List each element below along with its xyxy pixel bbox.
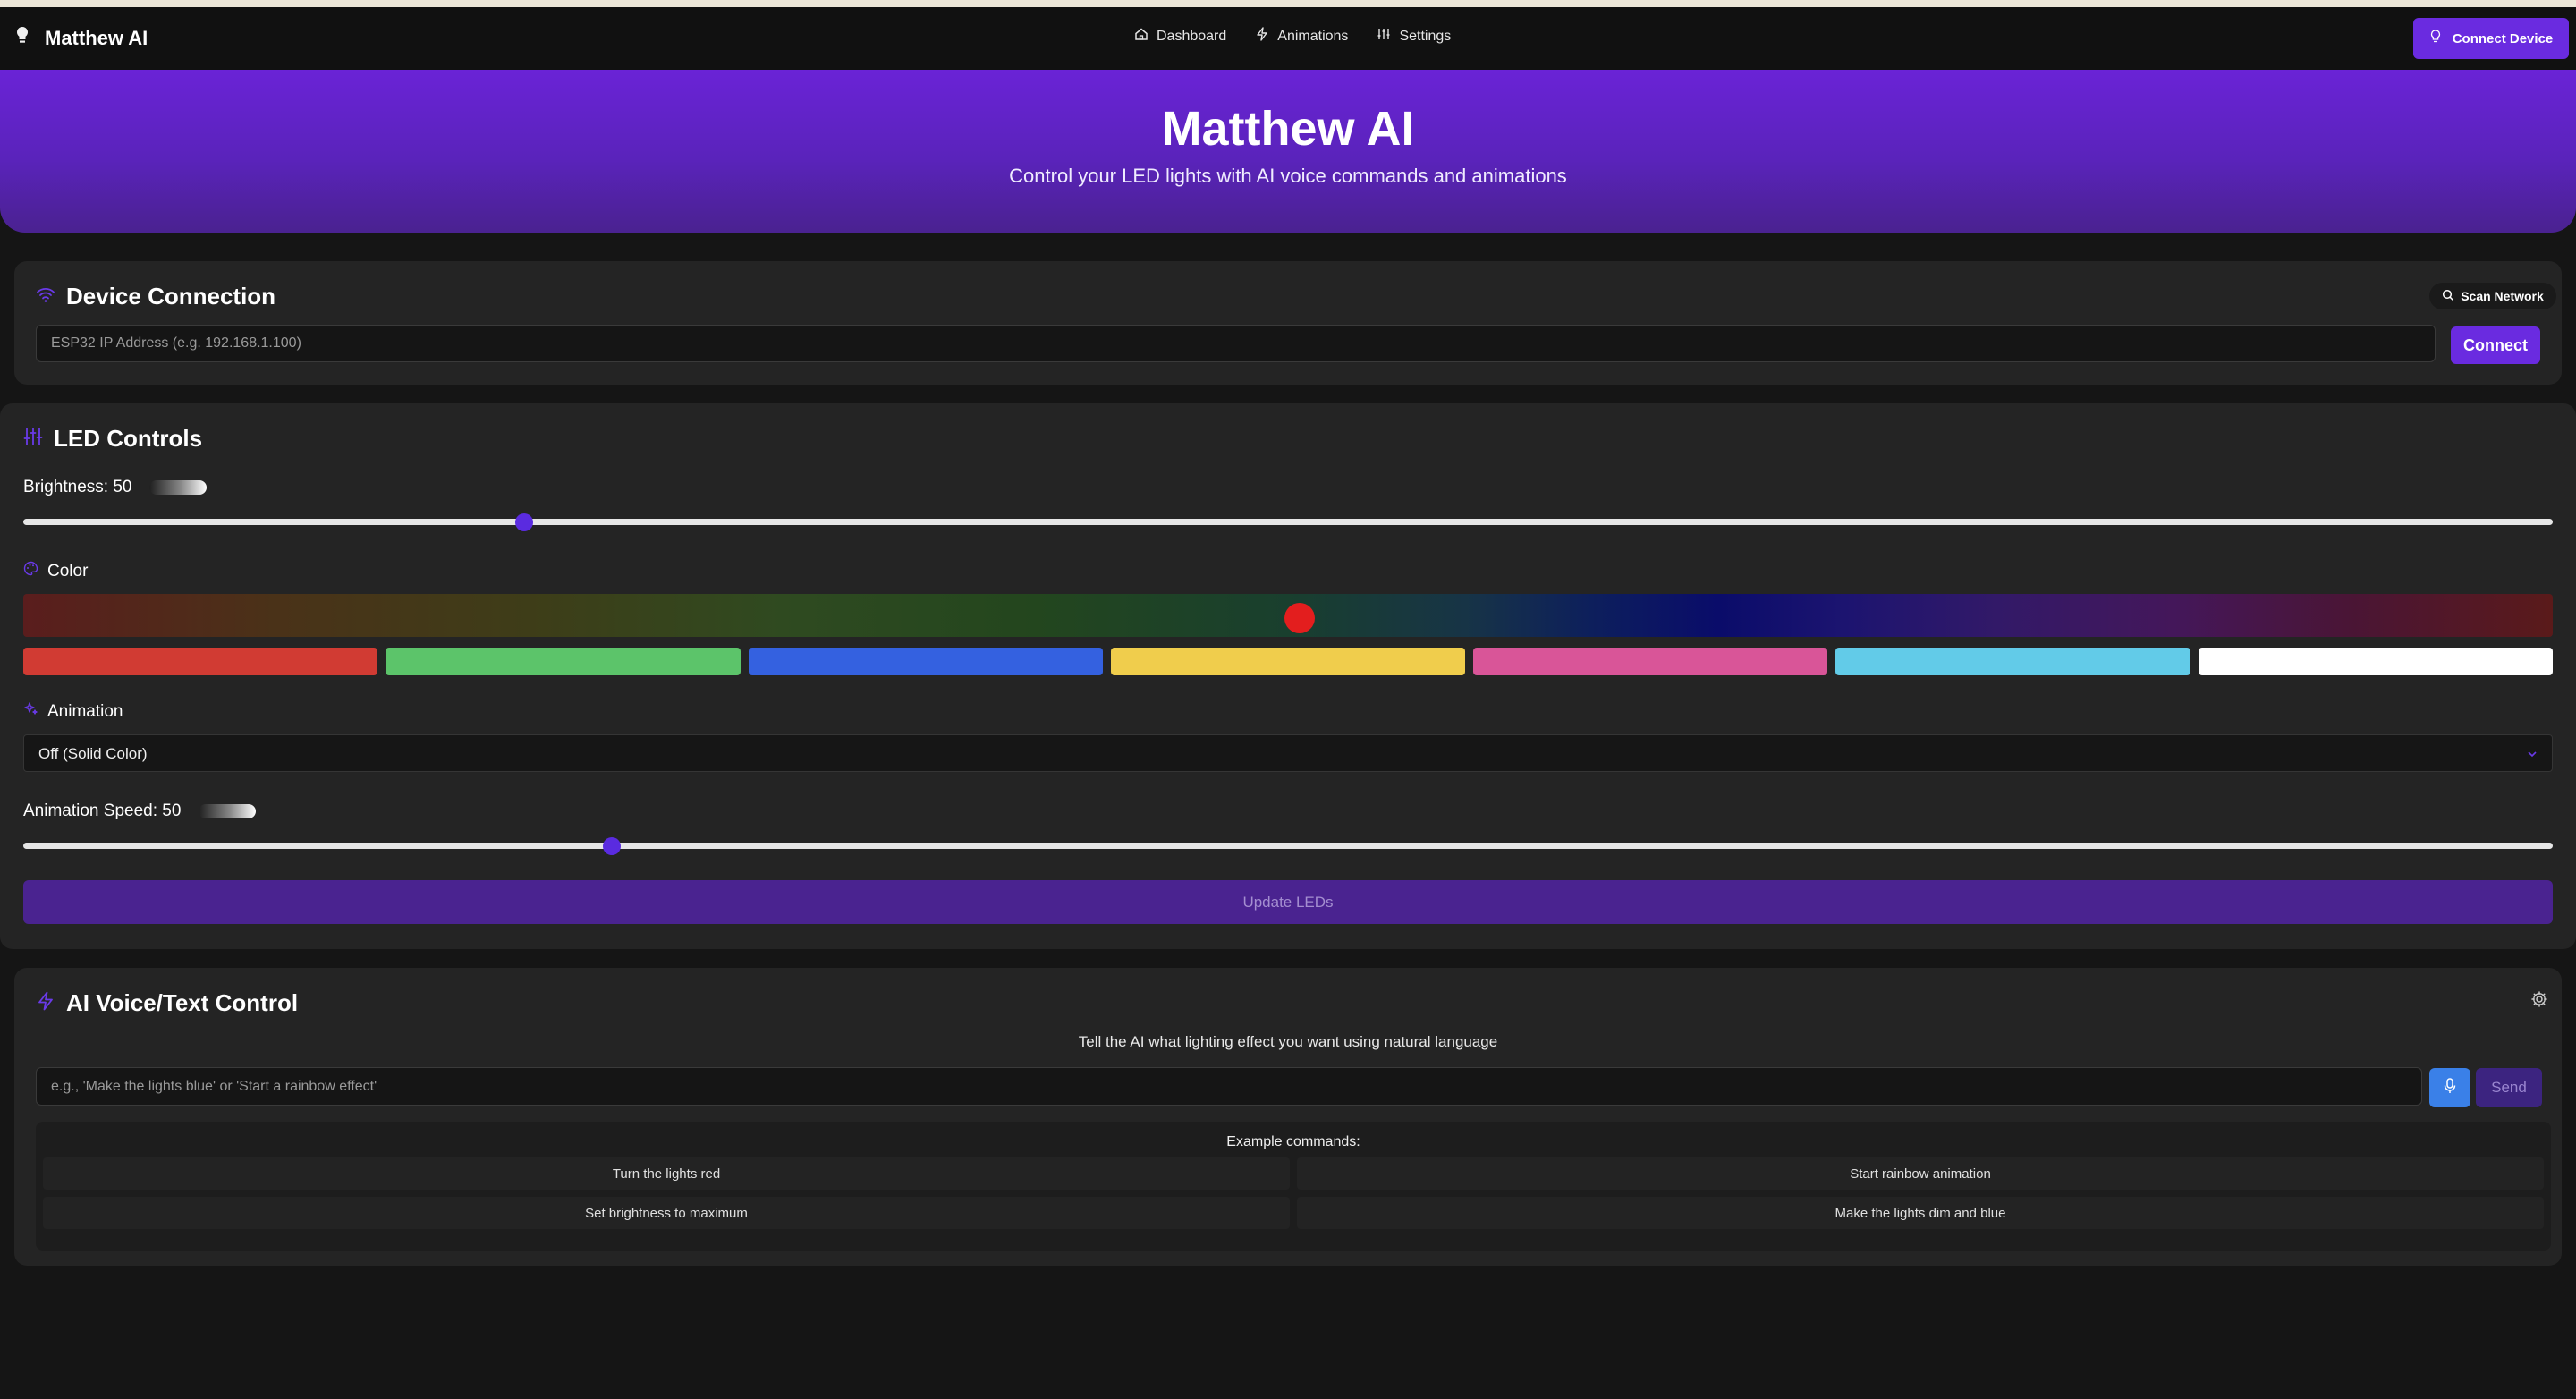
ai-command-input[interactable]: [36, 1067, 2422, 1106]
search-icon: [2442, 289, 2454, 304]
home-icon: [1134, 27, 1148, 46]
settings-gear-button[interactable]: [2529, 989, 2549, 1009]
device-connection-title: Device Connection: [66, 283, 276, 309]
ai-control-card: AI Voice/Text Control Tell the AI what l…: [14, 968, 2562, 1266]
brand[interactable]: Matthew AI: [14, 25, 148, 51]
led-controls-title-row: LED Controls: [23, 425, 202, 453]
brightness-slider[interactable]: [23, 513, 2553, 531]
gear-icon: [2529, 991, 2549, 1013]
nav-link-dashboard[interactable]: Dashboard: [1134, 27, 1226, 46]
swatch-green[interactable]: [386, 648, 741, 675]
speed-preview: [199, 804, 257, 818]
sliders-icon: [1377, 27, 1391, 46]
swatch-cyan[interactable]: [1835, 648, 2190, 675]
nav-links: Dashboard Animations Settings: [1134, 27, 1451, 46]
color-label: Color: [47, 561, 89, 581]
nav-link-label: Animations: [1277, 28, 1349, 44]
navbar: Matthew AI Dashboard Animations Settings…: [0, 7, 2576, 70]
swatch-yellow[interactable]: [1110, 648, 1466, 675]
swatch-red[interactable]: [23, 648, 378, 675]
example-commands-panel: Example commands: Turn the lights red St…: [36, 1122, 2551, 1251]
swatch-pink[interactable]: [1473, 648, 1828, 675]
example-command[interactable]: Start rainbow animation: [1297, 1157, 2544, 1190]
sparkles-icon: [23, 701, 38, 722]
color-spectrum-picker[interactable]: [23, 594, 2553, 637]
swatch-white[interactable]: [2198, 648, 2553, 675]
brightness-label-row: Brightness: 50: [23, 478, 208, 497]
zap-icon: [36, 989, 55, 1017]
brand-name: Matthew AI: [45, 26, 148, 49]
example-command[interactable]: Set brightness to maximum: [43, 1197, 1290, 1229]
animation-label: Animation: [47, 701, 123, 721]
update-leds-button[interactable]: Update LEDs: [23, 880, 2553, 924]
lightbulb-icon: [14, 25, 30, 51]
wifi-icon: [36, 283, 55, 310]
animation-speed-slider-thumb[interactable]: [603, 837, 621, 855]
color-swatches: [23, 648, 2553, 675]
connect-button[interactable]: Connect: [2451, 326, 2540, 364]
ip-address-input[interactable]: [36, 325, 2436, 362]
nav-link-label: Settings: [1399, 28, 1452, 44]
example-command[interactable]: Make the lights dim and blue: [1297, 1197, 2544, 1229]
device-connection-title-row: Device Connection: [36, 283, 275, 310]
palette-icon: [23, 561, 38, 581]
zap-icon: [1255, 27, 1269, 46]
send-button[interactable]: Send: [2476, 1068, 2542, 1107]
nav-link-settings[interactable]: Settings: [1377, 27, 1451, 46]
connect-device-button[interactable]: Connect Device: [2413, 18, 2569, 59]
led-controls-card: LED Controls Brightness: 50 Color Animat…: [0, 403, 2576, 949]
device-connection-card: Device Connection Scan Network Connect: [14, 261, 2562, 385]
nav-link-label: Dashboard: [1157, 28, 1227, 44]
scan-network-label: Scan Network: [2461, 289, 2544, 303]
example-commands-title: Example commands:: [1226, 1134, 1360, 1149]
led-controls-title: LED Controls: [54, 425, 203, 452]
animation-speed-slider[interactable]: [23, 837, 2553, 855]
ai-control-title: AI Voice/Text Control: [66, 989, 299, 1016]
hero-banner: Matthew AI Control your LED lights with …: [0, 70, 2576, 233]
speed-label-row: Animation Speed: 50: [23, 801, 257, 821]
example-commands-grid: Turn the lights red Start rainbow animat…: [43, 1157, 2544, 1229]
animation-label-row: Animation: [23, 701, 123, 722]
hero-subtitle: Control your LED lights with AI voice co…: [1009, 165, 1567, 187]
ai-control-title-row: AI Voice/Text Control: [36, 989, 298, 1017]
microphone-button[interactable]: [2429, 1068, 2470, 1107]
brightness-label: Brightness: 50: [23, 478, 132, 496]
sliders-icon: [23, 425, 43, 453]
brightness-slider-thumb[interactable]: [515, 513, 533, 531]
swatch-blue[interactable]: [748, 648, 1103, 675]
scan-network-button[interactable]: Scan Network: [2429, 283, 2556, 309]
brightness-preview: [149, 480, 208, 495]
hero-title: Matthew AI: [1161, 102, 1415, 156]
nav-link-animations[interactable]: Animations: [1255, 27, 1348, 46]
color-picker-handle[interactable]: [1284, 603, 1315, 633]
animation-select-value: Off (Solid Color): [38, 745, 148, 762]
color-label-row: Color: [23, 561, 88, 581]
animation-select[interactable]: Off (Solid Color): [23, 734, 2553, 772]
connect-device-label: Connect Device: [2452, 30, 2554, 47]
speed-label: Animation Speed: 50: [23, 801, 182, 820]
example-command[interactable]: Turn the lights red: [43, 1157, 1290, 1190]
lightbulb-icon: [2429, 30, 2442, 47]
microphone-icon: [2443, 1077, 2457, 1099]
ai-description: Tell the AI what lighting effect you wan…: [1078, 1033, 1498, 1050]
top-strip: [0, 0, 2576, 7]
